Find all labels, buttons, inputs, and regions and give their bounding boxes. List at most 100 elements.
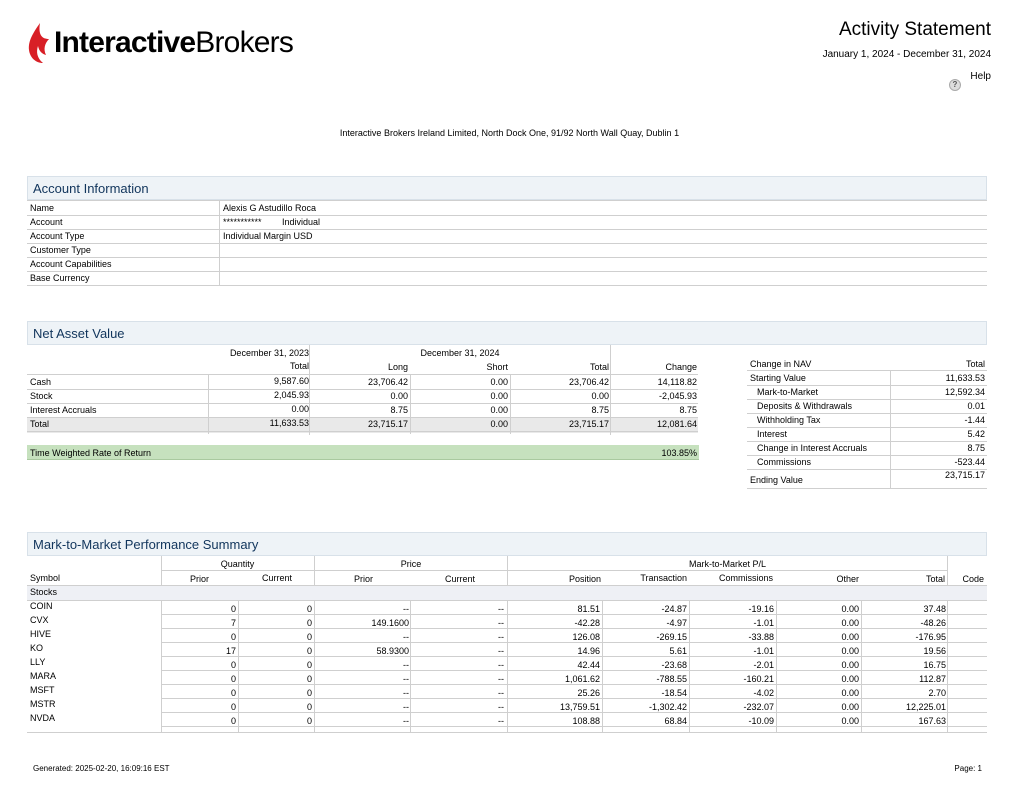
mtm-row-position: -42.28 bbox=[574, 618, 600, 628]
account-info-title: Account Information bbox=[33, 181, 149, 196]
nav-short-value: 0.00 bbox=[490, 405, 508, 415]
mtm-row-p-prior: 58.9300 bbox=[376, 646, 409, 656]
account-info-header[interactable]: Account Information bbox=[27, 176, 987, 200]
mtm-row-p-prior: -- bbox=[403, 660, 409, 670]
change-nav-label: Withholding Tax bbox=[757, 415, 821, 425]
nav-row-label: Stock bbox=[30, 391, 53, 401]
mtm-row-q-current: 0 bbox=[306, 688, 312, 698]
change-nav-value: 23,715.17 bbox=[944, 470, 985, 480]
logo: InteractiveBrokers bbox=[28, 22, 328, 64]
account-info-value-cell: *********** Individual bbox=[219, 215, 987, 230]
mtm-row-rule bbox=[161, 684, 987, 685]
account-info-label: Account bbox=[30, 217, 63, 227]
mtm-row-symbol: KO bbox=[30, 643, 44, 653]
mtm-row-symbol: NVDA bbox=[30, 713, 56, 723]
mtm-row-p-current: -- bbox=[498, 660, 504, 670]
nav-row-rule bbox=[27, 389, 698, 390]
mtm-row-position: 25.26 bbox=[577, 688, 600, 698]
nav-row-label: Interest Accruals bbox=[30, 405, 97, 415]
account-info-label: Base Currency bbox=[30, 273, 90, 283]
change-nav-label: Mark-to-Market bbox=[757, 387, 819, 397]
account-info-row: Customer Type bbox=[27, 243, 987, 258]
account-info-value-cell: Individual Margin USD bbox=[219, 229, 987, 244]
page-number: Page: 1 bbox=[954, 764, 982, 773]
nav-short-value: 0.00 bbox=[490, 377, 508, 387]
mtm-col-symbol: Symbol bbox=[30, 573, 61, 583]
mtm-row-p-prior: -- bbox=[403, 674, 409, 684]
column-rule bbox=[890, 370, 891, 488]
nav-change-value: -2,045.93 bbox=[658, 391, 697, 401]
twr-label: Time Weighted Rate of Return bbox=[30, 448, 152, 458]
column-rule bbox=[410, 600, 411, 732]
twr-value: 103.85% bbox=[661, 448, 697, 458]
nav-row-rule bbox=[27, 417, 698, 418]
change-nav-header: Change in NAV bbox=[750, 359, 812, 369]
mtm-row-other: 0.00 bbox=[841, 632, 859, 642]
nav-title: Net Asset Value bbox=[33, 326, 125, 341]
mtm-row-position: 126.08 bbox=[572, 632, 600, 642]
mtm-row-other: 0.00 bbox=[841, 688, 859, 698]
mtm-row-other: 0.00 bbox=[841, 618, 859, 628]
mtm-row-symbol: MARA bbox=[30, 671, 57, 681]
mtm-group-rule bbox=[161, 570, 947, 571]
account-info-extra: Individual bbox=[282, 217, 321, 227]
account-info-value: Alexis G Astudillo Roca bbox=[223, 203, 317, 213]
change-nav-value: 5.42 bbox=[967, 429, 985, 439]
change-nav-label: Ending Value bbox=[750, 475, 803, 485]
mtm-row-rule bbox=[161, 712, 987, 713]
account-info-value-cell bbox=[219, 243, 987, 258]
mtm-row-p-prior: -- bbox=[403, 702, 409, 712]
mtm-title: Mark-to-Market Performance Summary bbox=[33, 537, 259, 552]
nav-long-value: 23,706.42 bbox=[367, 377, 408, 387]
change-nav-label: Starting Value bbox=[750, 373, 806, 383]
nav-prev-total-value: 2,045.93 bbox=[273, 390, 309, 400]
account-info-value: Individual Margin USD bbox=[223, 231, 313, 241]
mtm-row-other: 0.00 bbox=[841, 674, 859, 684]
account-info-top-rule bbox=[27, 200, 987, 201]
mtm-row-p-current: -- bbox=[498, 632, 504, 642]
nav-prev-total-value: 0.00 bbox=[291, 404, 309, 414]
mtm-group-quantity: Quantity bbox=[220, 559, 255, 569]
nav-column-header: Change bbox=[665, 362, 697, 372]
change-nav-label: Interest bbox=[757, 429, 788, 439]
mtm-row-p-current: -- bbox=[498, 688, 504, 698]
nav-prev-total-value: 11,633.53 bbox=[269, 418, 309, 428]
account-info-row: Account Type Individual Margin USD bbox=[27, 229, 987, 244]
column-rule bbox=[776, 600, 777, 732]
account-info-row: Account Capabilities bbox=[27, 257, 987, 272]
mtm-row-symbol: CVX bbox=[30, 615, 49, 625]
change-nav-label: Commissions bbox=[757, 457, 812, 467]
nav-date-cur: December 31, 2024 bbox=[420, 348, 500, 358]
change-nav-row-rule bbox=[747, 441, 987, 442]
mtm-row-p-prior: 149.1600 bbox=[371, 618, 409, 628]
account-info-value: *********** bbox=[223, 217, 262, 227]
mtm-row-rule bbox=[161, 642, 987, 643]
change-nav-row-rule bbox=[747, 488, 987, 489]
mtm-row-position: 1,061.62 bbox=[564, 674, 600, 684]
column-rule bbox=[602, 600, 603, 732]
mtm-row-other: 0.00 bbox=[841, 660, 859, 670]
mtm-row-rule bbox=[161, 628, 987, 629]
mtm-header[interactable]: Mark-to-Market Performance Summary bbox=[27, 532, 987, 556]
question-icon[interactable]: ? bbox=[949, 79, 961, 91]
mtm-row-p-current: -- bbox=[498, 674, 504, 684]
nav-row-rule bbox=[27, 431, 698, 432]
mtm-group-pl: Mark-to-Market P/L bbox=[688, 559, 766, 569]
logo-word-brokers: Brokers bbox=[195, 26, 294, 59]
mtm-col-p-prior: Prior bbox=[353, 574, 373, 584]
change-nav-value: -1.44 bbox=[964, 415, 985, 425]
account-info-row: Account *********** Individual bbox=[27, 215, 987, 230]
nav-header[interactable]: Net Asset Value bbox=[27, 321, 987, 345]
mtm-row-other: 0.00 bbox=[841, 716, 859, 726]
nav-change-value: 8.75 bbox=[679, 405, 697, 415]
change-nav-row-rule bbox=[747, 385, 987, 386]
change-nav-row-rule bbox=[747, 399, 987, 400]
mtm-row-other: 0.00 bbox=[841, 702, 859, 712]
change-nav-label: Deposits & Withdrawals bbox=[757, 401, 853, 411]
logo-word-interactive: Interactive bbox=[54, 26, 196, 59]
mtm-row-position: 42.44 bbox=[577, 660, 600, 670]
change-nav-value: 11,633.53 bbox=[945, 373, 985, 383]
help-link[interactable]: Help bbox=[970, 71, 991, 82]
entity-address: Interactive Brokers Ireland Limited, Nor… bbox=[339, 128, 680, 138]
mtm-group-price: Price bbox=[400, 559, 422, 569]
